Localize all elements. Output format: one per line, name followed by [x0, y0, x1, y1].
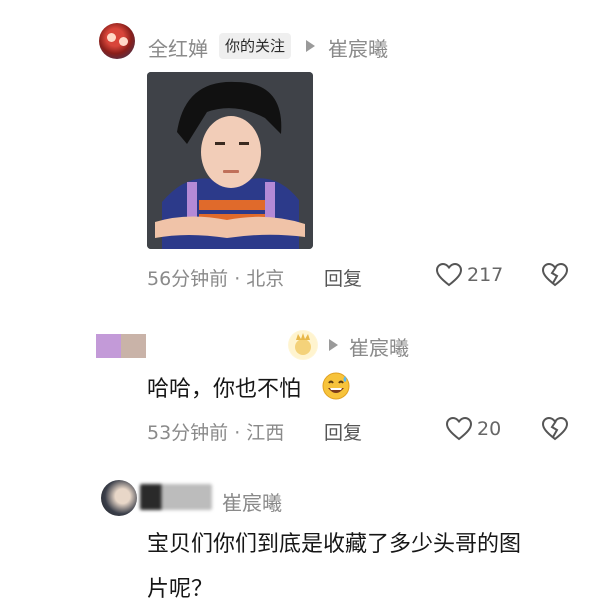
heart-icon[interactable]	[436, 263, 462, 287]
reply-to-username[interactable]: 崔宸曦	[328, 33, 388, 62]
user-avatar[interactable]	[101, 480, 137, 516]
reply-button[interactable]: 回复	[324, 264, 362, 291]
dislike-icon[interactable]	[542, 263, 568, 287]
arrow-icon	[306, 40, 315, 52]
comment-text: 片呢？	[147, 577, 214, 602]
username-blurred	[140, 484, 212, 510]
arrow-icon	[329, 339, 338, 351]
comment-text: 哈哈，你也不怕	[147, 377, 302, 402]
user-badge-icon	[288, 330, 318, 360]
heart-icon[interactable]	[446, 417, 472, 441]
reply-to-username[interactable]: 崔宸曦	[222, 487, 282, 516]
comment-meta: 56分钟前 · 北京	[147, 268, 285, 290]
user-avatar[interactable]	[99, 23, 135, 59]
dislike-icon[interactable]	[542, 417, 568, 441]
comment-meta: 53分钟前 · 江西	[147, 422, 285, 444]
reply-to-username[interactable]: 崔宸曦	[349, 332, 409, 361]
like-count: 217	[467, 264, 504, 286]
like-count: 20	[477, 418, 502, 440]
reply-button[interactable]: 回复	[324, 418, 362, 445]
username[interactable]: 全红婵	[148, 33, 208, 62]
follow-tag: 你的关注	[219, 33, 292, 59]
comment-text: 宝贝们你们到底是收藏了多少头哥的图	[147, 532, 522, 557]
face-sticker[interactable]	[147, 72, 313, 249]
sweat-smile-emoji	[321, 371, 351, 401]
user-avatar[interactable]	[96, 334, 146, 358]
